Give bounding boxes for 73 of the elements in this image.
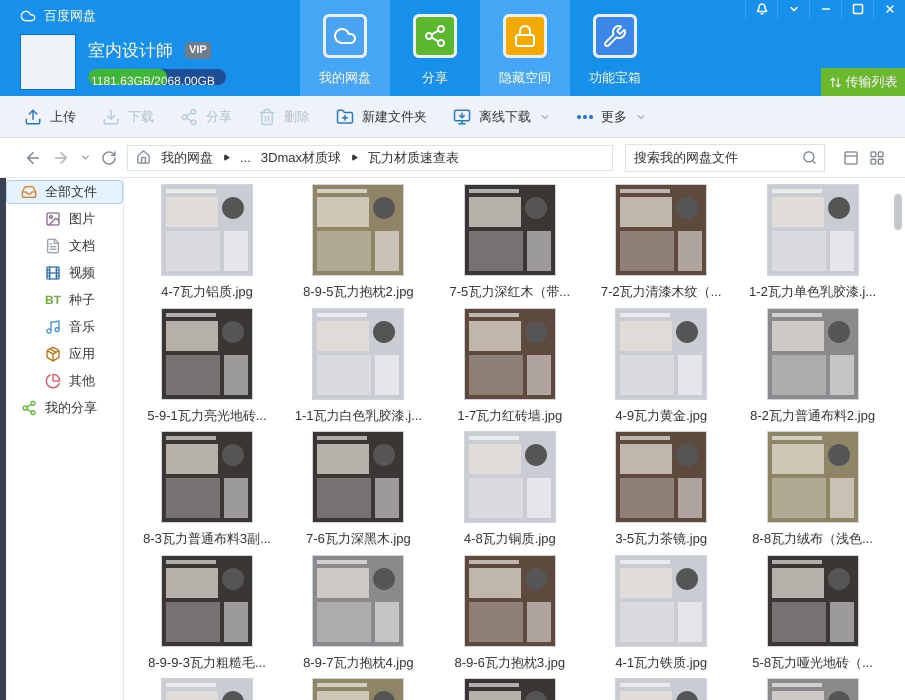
file-name[interactable]: 1-1瓦力白色乳胶漆.j...	[294, 406, 422, 425]
sidebar-item[interactable]: 全部文件	[6, 180, 123, 204]
vip-badge: VIP	[185, 42, 211, 59]
file-name[interactable]: 7-2瓦力清漆木纹（...	[600, 282, 722, 302]
file-name[interactable]: 8-3瓦力普通布料3副...	[143, 529, 271, 548]
file-name[interactable]: 5-9-1瓦力亮光地砖...	[147, 406, 267, 425]
file-name[interactable]: 8-8瓦力绒布（浅色...	[752, 529, 873, 548]
cloud-icon	[323, 14, 367, 58]
breadcrumb-item[interactable]: 我的网盘	[161, 148, 213, 168]
user-name: 室内设计師	[88, 40, 173, 62]
file-name[interactable]: 4-8瓦力铜质.jpg	[464, 529, 556, 548]
avatar-placeholder	[20, 34, 76, 90]
refresh-icon[interactable]	[101, 150, 117, 166]
app-title: 百度网盘	[44, 7, 96, 25]
file-name[interactable]: 8-9-9-3瓦力粗糙毛...	[148, 652, 266, 672]
file-name[interactable]: 7-6瓦力深黑木.jpg	[306, 529, 411, 548]
file-name[interactable]: 8-9-7瓦力抱枕4.jpg	[303, 652, 414, 672]
document-icon	[45, 238, 61, 254]
folder-plus-icon	[336, 108, 354, 126]
toolbar-button[interactable]: 更多	[577, 106, 647, 126]
sidebar-item[interactable]: 图片	[6, 207, 123, 231]
file-name[interactable]: 8-2瓦力普通布料2.jpg	[750, 406, 876, 425]
film-icon	[45, 265, 61, 281]
file-name[interactable]: 5-8瓦力哑光地砖（...	[752, 652, 873, 672]
toolbar-button[interactable]: 新建文件夹	[336, 106, 427, 126]
breadcrumb-item[interactable]: 瓦力材质速查表	[368, 148, 460, 168]
home-icon	[136, 150, 151, 165]
sidebar-item[interactable]: 音乐	[6, 315, 123, 339]
separator-arrow-icon	[223, 154, 230, 161]
box-icon	[45, 346, 61, 362]
breadcrumb-item[interactable]: 3Dmax材质球	[260, 148, 342, 168]
pie-icon	[45, 373, 61, 389]
share-icon	[413, 14, 457, 58]
share-icon	[180, 108, 198, 126]
file-name[interactable]: 8-9-5瓦力抱枕2.jpg	[303, 282, 414, 302]
upload-icon	[24, 108, 42, 126]
list-view-icon[interactable]	[843, 150, 859, 166]
share-icon	[21, 400, 37, 416]
file-name[interactable]: 4-7瓦力铝质.jpg	[161, 282, 253, 302]
sidebar-item[interactable]: 应用	[6, 342, 123, 366]
music-icon	[45, 319, 61, 335]
lock-icon	[503, 14, 547, 58]
file-name[interactable]: 8-9-6瓦力抱枕3.jpg	[454, 652, 566, 672]
sidebar-item[interactable]: 视频	[6, 261, 123, 285]
sidebar-item[interactable]: 文档	[6, 234, 123, 258]
toolbar-button[interactable]: 离线下载	[453, 106, 551, 126]
file-name[interactable]: 1-2瓦力单色乳胶漆.j...	[749, 282, 876, 302]
wrench-icon	[593, 14, 637, 58]
trash-icon	[258, 108, 276, 126]
logo-icon	[20, 8, 36, 24]
file-name[interactable]: 1-7瓦力红砖墙.jpg	[457, 406, 562, 425]
sidebar-item[interactable]: 其他	[6, 369, 123, 393]
search-icon[interactable]	[802, 150, 817, 164]
toolbar-button[interactable]: 上传	[24, 106, 76, 126]
file-name[interactable]: 4-1瓦力铁质.jpg	[615, 652, 708, 672]
grid-view-icon[interactable]	[869, 150, 885, 166]
file-name[interactable]: 4-9瓦力黄金.jpg	[615, 406, 708, 425]
file-name[interactable]: 7-5瓦力深红木（带...	[449, 282, 570, 302]
image-icon	[45, 211, 61, 227]
monitor-download-icon	[453, 108, 471, 126]
scrollbar-thumb[interactable]	[894, 194, 902, 230]
sidebar-item[interactable]: 我的分享	[6, 396, 123, 420]
inbox-icon	[21, 184, 37, 200]
more-icon	[577, 114, 593, 118]
sidebar-item[interactable]: BT 种子	[6, 288, 123, 312]
file-name[interactable]: 3-5瓦力茶镜.jpg	[615, 529, 708, 548]
breadcrumb-item[interactable]: ...	[240, 148, 251, 168]
transfer-icon	[828, 76, 842, 88]
download-icon	[102, 108, 120, 126]
storage-text: 1181.63GB/2068.00GB	[90, 74, 215, 86]
search-field[interactable]: 搜索我的网盘文件	[625, 144, 825, 172]
separator-arrow-icon	[351, 154, 358, 161]
bt-icon: BT	[45, 291, 61, 309]
